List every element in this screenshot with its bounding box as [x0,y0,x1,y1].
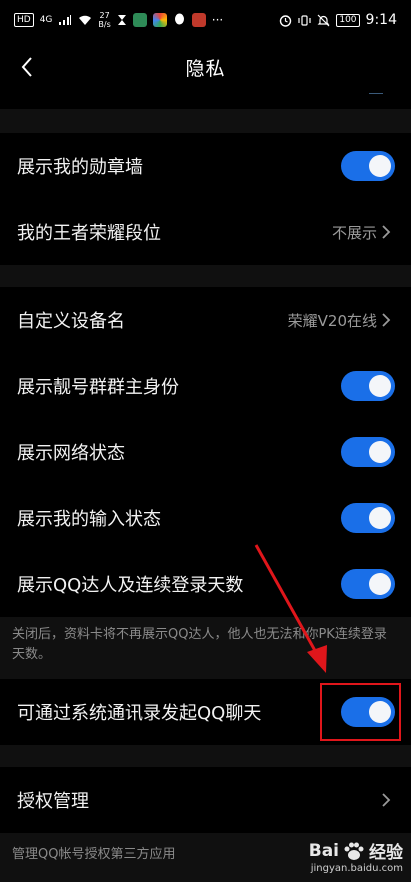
signal-icon [59,15,72,25]
battery-icon: 100 [336,13,360,27]
highlight-box [320,683,401,741]
row-label: 展示我的勋章墙 [17,157,143,178]
app-icon [132,13,147,27]
net-speed: 27 B/s [98,11,110,29]
toggle-knob [369,155,391,177]
row-value: 荣耀V20在线 [287,311,377,330]
hd-badge: HD [14,13,34,27]
nav-divider [369,93,383,94]
chevron-right-icon [382,225,391,239]
qq-master-note: 关闭后，资料卡将不再展示QQ达人，他人也无法和你PK连续登录天数。 [0,617,411,679]
toggle-knob [369,573,391,595]
network-status-toggle[interactable] [341,437,395,467]
paw-icon [344,842,364,860]
row-label: 我的王者荣耀段位 [17,223,161,244]
input-status-toggle[interactable] [341,503,395,533]
status-time: 9:14 [365,12,397,28]
row-device-name[interactable]: 自定义设备名 荣耀V20在线 [0,287,411,353]
section-gap [0,109,411,133]
mute-icon [317,14,330,26]
qq-master-toggle[interactable] [341,569,395,599]
vibrate-icon [298,14,311,26]
row-medal-wall: 展示我的勋章墙 [0,133,411,199]
toggle-knob [369,441,391,463]
toggle-knob [369,507,391,529]
watermark-site: jingyan.baidu.com [310,863,403,874]
more-icon: ··· [211,13,224,27]
row-label: 可通过系统通讯录发起QQ聊天 [17,703,262,724]
network-type: 4G [39,14,53,25]
row-label: 展示QQ达人及连续登录天数 [17,575,244,596]
qq-icon [174,13,184,25]
watermark-brand-text: Bai [308,840,339,861]
row-label: 授权管理 [17,791,89,812]
vip-group-owner-toggle[interactable] [341,371,395,401]
row-value-group: 荣耀V20在线 [288,310,393,331]
page-title: 隐私 [185,57,226,80]
status-left: HD 4G 27 B/s ··· [14,11,223,29]
row-vip-group-owner: 展示靓号群群主身份 [0,353,411,419]
medal-wall-toggle[interactable] [341,151,395,181]
row-label: 展示网络状态 [17,443,125,464]
toggle-knob [369,375,391,397]
net-speed-unit: B/s [98,20,111,29]
row-auth-manage[interactable]: 授权管理 [0,767,411,833]
watermark-brand-text2: 经验 [369,843,403,863]
row-label: 展示靓号群群主身份 [17,377,179,398]
watermark-brand: Bai 经验 [308,838,403,864]
chevron-right-icon [382,793,391,807]
section-status: 自定义设备名 荣耀V20在线 展示靓号群群主身份 展示网络状态 展示我的输入状态… [0,287,411,617]
row-network-status: 展示网络状态 [0,419,411,485]
row-value-group [379,790,393,810]
chevron-left-icon [21,57,32,77]
status-bar: HD 4G 27 B/s ··· 100 9:14 [0,0,411,40]
row-value: 不展示 [331,223,377,242]
section-auth: 授权管理 [0,767,411,833]
app-icon [152,13,167,27]
battery-level: 100 [336,13,360,27]
nav-bar: 隐私 [0,40,411,94]
row-label: 展示我的输入状态 [17,509,161,530]
app-icon [191,13,206,27]
hourglass-icon [117,15,126,25]
row-input-status: 展示我的输入状态 [0,485,411,551]
status-right: 100 9:14 [279,12,397,28]
section-gap [0,745,411,767]
row-label: 自定义设备名 [17,311,125,332]
alarm-icon [280,14,292,27]
row-value-group: 不展示 [332,222,393,243]
row-king-rank[interactable]: 我的王者荣耀段位 不展示 [0,199,411,265]
back-button[interactable] [12,52,42,82]
wifi-icon [79,15,92,25]
row-qq-master: 展示QQ达人及连续登录天数 [0,551,411,617]
net-speed-value: 27 [99,11,110,20]
baidu-watermark: Bai 经验 jingyan.baidu.com [308,838,403,875]
chevron-right-icon [382,313,391,327]
section-gap [0,265,411,287]
section-profile: 展示我的勋章墙 我的王者荣耀段位 不展示 [0,133,411,265]
